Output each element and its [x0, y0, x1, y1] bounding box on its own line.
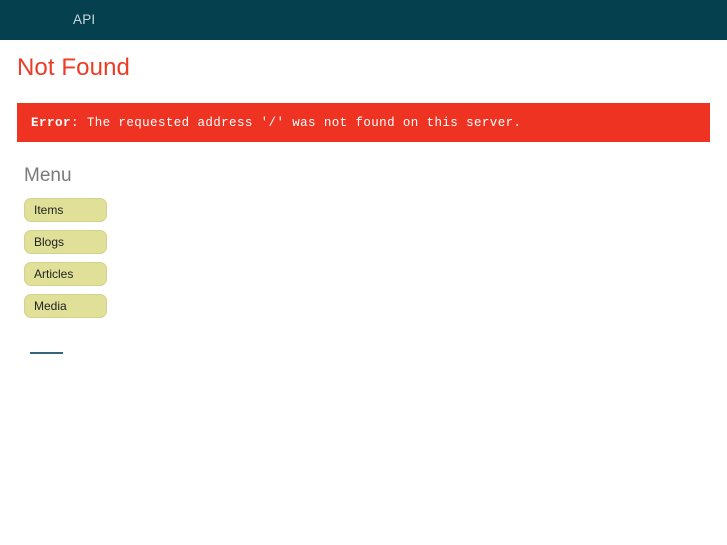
list-item: Items [24, 198, 710, 222]
brand-label[interactable]: API [73, 0, 95, 40]
error-message: The requested address '/' was not found … [86, 115, 522, 130]
list-item: Articles [24, 262, 710, 286]
menu-section: Menu Items Blogs Articles Media [17, 165, 710, 318]
menu-item-articles[interactable]: Articles [24, 262, 107, 286]
menu-item-blogs[interactable]: Blogs [24, 230, 107, 254]
error-banner: Error: The requested address '/' was not… [17, 103, 710, 142]
footer-link[interactable] [30, 341, 63, 354]
menu-list: Items Blogs Articles Media [24, 198, 710, 318]
list-item: Media [24, 294, 710, 318]
error-label: Error [31, 115, 72, 130]
page-content: Not Found Error: The requested address '… [0, 40, 727, 359]
menu-item-media[interactable]: Media [24, 294, 107, 318]
menu-item-items[interactable]: Items [24, 198, 107, 222]
page-title: Not Found [17, 54, 130, 81]
footer-link-container [17, 341, 710, 359]
list-item: Blogs [24, 230, 710, 254]
error-separator: : [71, 115, 87, 130]
top-navigation-bar: API [0, 0, 727, 40]
menu-heading: Menu [24, 165, 72, 186]
